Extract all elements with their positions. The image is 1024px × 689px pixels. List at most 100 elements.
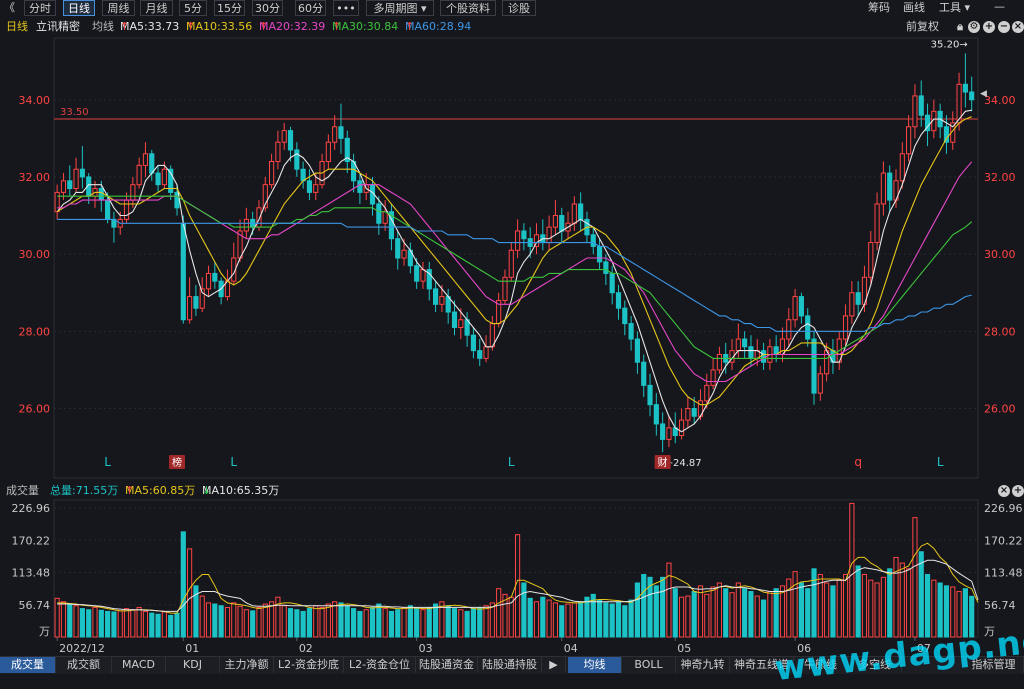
volume-bar bbox=[426, 606, 432, 638]
ma5-line bbox=[56, 109, 972, 433]
candle-body bbox=[647, 384, 653, 406]
volume-bar bbox=[779, 585, 786, 638]
candle-body bbox=[874, 203, 880, 244]
candle-body bbox=[943, 126, 950, 143]
event-marker-label: L bbox=[508, 455, 515, 469]
tab-l2-position[interactable]: L2-资金仓位 bbox=[344, 657, 416, 673]
candle-body bbox=[212, 272, 218, 282]
indicator-manager-button[interactable]: 指标管理 bbox=[964, 657, 1024, 673]
candle-body bbox=[546, 226, 552, 244]
volume-bar bbox=[395, 609, 401, 638]
candle-body bbox=[98, 188, 104, 201]
candle-body bbox=[420, 269, 426, 282]
tab-kdj[interactable]: KDJ bbox=[166, 657, 220, 673]
candle-body bbox=[792, 296, 798, 321]
candle-body bbox=[470, 334, 477, 352]
volume-bar bbox=[199, 595, 205, 638]
volume-bar bbox=[275, 596, 281, 638]
candle-body bbox=[634, 338, 640, 363]
volume-bar bbox=[351, 608, 357, 638]
candle-body bbox=[798, 296, 804, 317]
volume-bar bbox=[168, 614, 174, 638]
volume-bar bbox=[559, 605, 565, 638]
candle-body bbox=[559, 215, 565, 232]
price-tick-label-right: 30.00 bbox=[984, 248, 1016, 261]
tab-bull-bear[interactable]: 牛熊线 bbox=[794, 657, 848, 673]
volume-bar bbox=[603, 602, 609, 638]
tab-turnover[interactable]: 成交额 bbox=[56, 657, 112, 673]
volume-bar bbox=[161, 611, 167, 638]
volume-bar bbox=[830, 585, 836, 638]
price-tick-label-right: 32.00 bbox=[984, 171, 1016, 184]
tabs-scroll-right-icon[interactable]: ▶ bbox=[542, 657, 566, 673]
tab-magic-five-lines[interactable]: 神奇五线谱 bbox=[730, 657, 794, 673]
volume-bar bbox=[540, 596, 546, 638]
volume-tick-label-right: 万 bbox=[984, 625, 995, 638]
price-tick-label-right: 28.00 bbox=[984, 325, 1016, 338]
candle-body bbox=[357, 180, 363, 193]
volume-bar bbox=[420, 609, 426, 638]
reference-line: 33.50 bbox=[54, 107, 978, 120]
volume-bar bbox=[578, 601, 584, 638]
volume-bar bbox=[174, 612, 180, 638]
tab-l2-bottom-fishing[interactable]: L2-资金抄底 bbox=[274, 657, 344, 673]
volume-tick-label-left: 万 bbox=[39, 625, 50, 638]
tab-northbound-holdings[interactable]: 陆股通持股 bbox=[478, 657, 542, 673]
volume-bar bbox=[521, 582, 527, 638]
volume-bar bbox=[912, 517, 918, 638]
candle-body bbox=[685, 408, 691, 421]
price-tick-label-left: 28.00 bbox=[19, 325, 51, 338]
candle-body bbox=[338, 126, 344, 139]
reference-line-label: 33.50 bbox=[60, 107, 89, 118]
tab-volume[interactable]: 成交量 bbox=[0, 657, 56, 673]
candlestick-chart[interactable]: 34.00 34.00 32.00 32.00 30.00 30.00 28.00 28.00… bbox=[0, 0, 1024, 656]
tab-boll[interactable]: BOLL bbox=[622, 657, 676, 673]
tab-macd[interactable]: MACD bbox=[112, 657, 166, 673]
volume-bar bbox=[571, 602, 577, 638]
volume-bar bbox=[281, 605, 287, 638]
volume-bar bbox=[628, 599, 634, 638]
tab-main-net[interactable]: 主力净额 bbox=[220, 657, 274, 673]
volume-bar bbox=[527, 597, 533, 638]
candle-body bbox=[161, 168, 167, 186]
candle-body bbox=[451, 311, 458, 328]
candle-body bbox=[395, 238, 401, 259]
candle-body bbox=[313, 184, 319, 193]
candle-body bbox=[603, 261, 609, 274]
volume-bar bbox=[615, 601, 622, 638]
volume-bar bbox=[243, 609, 249, 638]
candle-body bbox=[760, 350, 767, 363]
candle-body bbox=[130, 184, 136, 201]
tab-long-short[interactable]: 多空线 bbox=[848, 657, 902, 673]
volume-bar bbox=[388, 610, 395, 638]
tab-northbound-funds[interactable]: 陆股通资金 bbox=[416, 657, 478, 673]
volume-bar bbox=[742, 588, 748, 638]
volume-bar bbox=[729, 592, 735, 638]
volume-bar bbox=[931, 579, 937, 638]
candle-body bbox=[414, 265, 420, 282]
volume-bar bbox=[798, 582, 804, 638]
volume-bar bbox=[477, 606, 483, 638]
candle-body bbox=[653, 404, 659, 425]
candle-body bbox=[641, 361, 647, 386]
candle-body bbox=[666, 427, 672, 440]
volume-bar bbox=[918, 551, 924, 638]
volume-bar bbox=[111, 611, 117, 638]
candle-body bbox=[918, 95, 924, 116]
volume-bar bbox=[723, 588, 729, 638]
candle-body bbox=[969, 91, 975, 101]
candle-body bbox=[742, 338, 748, 348]
volume-bar bbox=[754, 595, 760, 638]
date-tick-label: 05 bbox=[677, 642, 691, 655]
tab-ma[interactable]: 均线 bbox=[568, 657, 622, 673]
volume-bar bbox=[369, 606, 376, 638]
tab-magic-nine[interactable]: 神奇九转 bbox=[676, 657, 730, 673]
candle-body bbox=[514, 230, 521, 251]
volume-bar bbox=[697, 585, 704, 638]
volume-tick-label-left: 170.22 bbox=[12, 534, 51, 547]
volume-bar bbox=[306, 608, 313, 638]
volume-bar bbox=[546, 599, 552, 638]
volume-bar bbox=[924, 573, 931, 638]
candle-body bbox=[868, 242, 874, 278]
event-badge-label: 榜 bbox=[172, 456, 182, 469]
